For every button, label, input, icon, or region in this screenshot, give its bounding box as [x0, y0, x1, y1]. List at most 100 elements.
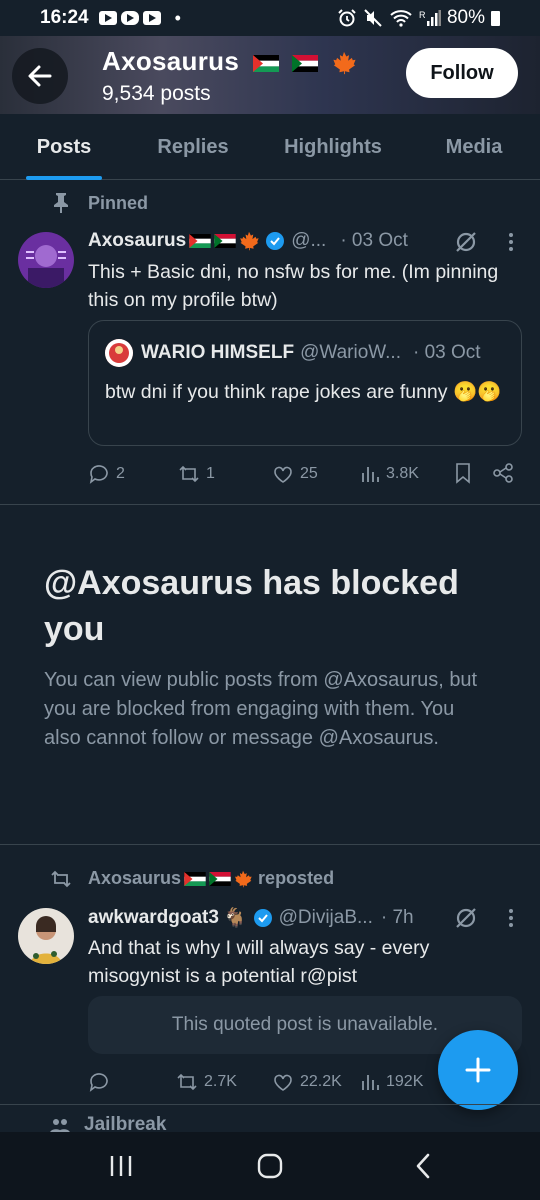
back-button[interactable]: [12, 48, 68, 104]
views-button[interactable]: 192K: [360, 1072, 423, 1092]
battery-text: 80%: [446, 7, 485, 28]
repost-icon: [179, 465, 199, 483]
repost-button[interactable]: 1: [178, 463, 215, 485]
tab-replies[interactable]: Replies: [128, 114, 258, 180]
repost-count: 2.7K: [204, 1073, 237, 1090]
post-date: · 7h: [380, 907, 414, 928]
tab-label: Posts: [36, 135, 92, 158]
post-author-handle: @...: [291, 230, 327, 251]
system-navigation-bar: [0, 1132, 540, 1200]
wifi-icon: [390, 10, 412, 27]
mute-icon: [364, 9, 382, 27]
gamepad-icon: [120, 11, 139, 25]
tab-label: Media: [445, 135, 503, 158]
pinned-indicator: Pinned: [52, 192, 148, 214]
views-button[interactable]: 3.8K: [360, 464, 419, 484]
blocked-description: You can view public posts from @Axosauru…: [44, 669, 478, 749]
post-author-name[interactable]: Axosaurus: [88, 230, 186, 252]
status-time: 16:24: [40, 7, 89, 28]
signal-icon: R: [419, 10, 441, 26]
bookmark-icon[interactable]: [454, 462, 472, 484]
reply-icon: [89, 465, 108, 484]
avatar[interactable]: [18, 232, 74, 288]
pin-icon: [54, 193, 68, 213]
repost-indicator: Axosaurus reposted: [50, 868, 334, 889]
post-author-name[interactable]: awkwardgoat3: [88, 907, 219, 929]
post-actions: 2 1 25 3.8K: [0, 460, 540, 488]
goat-emoji: 🐐: [222, 908, 247, 929]
verified-badge-icon: [266, 232, 285, 250]
reposter-name[interactable]: Axosaurus: [88, 868, 181, 889]
profile-tabs: Posts Replies Highlights Media: [0, 114, 540, 180]
profile-header: Axosaurus 9,534 posts Follow: [0, 36, 540, 114]
tab-highlights[interactable]: Highlights: [258, 114, 408, 180]
grok-icon[interactable]: [454, 230, 478, 254]
quote-date: · 03 Oct: [412, 342, 481, 363]
home-icon[interactable]: [256, 1152, 284, 1180]
maple-leaf-icon: [333, 52, 356, 75]
reply-button[interactable]: [88, 1071, 116, 1093]
avatar[interactable]: [18, 908, 74, 964]
back-arrow-icon: [28, 65, 52, 87]
tab-label: Replies: [157, 135, 229, 158]
alarm-icon: [338, 9, 356, 27]
sudan-flag-icon: [292, 54, 319, 72]
back-icon[interactable]: [414, 1152, 432, 1180]
divider: [0, 504, 540, 505]
like-button[interactable]: 25: [272, 463, 318, 485]
compose-button[interactable]: [438, 1030, 518, 1110]
profile-name-row: Axosaurus: [102, 46, 356, 77]
post-count: 9,534 posts: [102, 82, 211, 105]
like-button[interactable]: 22.2K: [272, 1071, 342, 1093]
heart-icon: [274, 1074, 292, 1091]
divider: [0, 844, 540, 845]
plus-icon: [465, 1057, 491, 1083]
views-icon: [362, 467, 379, 482]
blocked-title: @Axosaurus has blocked you: [44, 564, 459, 648]
post-author-handle: @DivijaB...: [278, 907, 373, 928]
quote-text: btw dni if you think rape jokes are funn…: [105, 381, 502, 403]
palestine-flag-icon: [189, 234, 211, 248]
quote-header: WARIO HIMSELF @WarioW... · 03 Oct: [105, 339, 481, 367]
repost-button[interactable]: 2.7K: [176, 1071, 237, 1093]
like-count: 22.2K: [300, 1073, 342, 1090]
avatar: [105, 339, 133, 367]
quote-author-handle: @WarioW...: [300, 342, 401, 363]
battery-icon: [491, 10, 500, 26]
avatar-image: [18, 908, 74, 964]
repost-icon: [177, 1073, 197, 1091]
more-options-icon[interactable]: [506, 908, 516, 928]
share-icon[interactable]: [492, 462, 514, 484]
pinned-label: Pinned: [88, 192, 149, 213]
heart-icon: [274, 466, 292, 483]
verified-badge-icon: [253, 909, 272, 927]
views-count: 3.8K: [386, 465, 419, 482]
tab-media[interactable]: Media: [408, 114, 540, 180]
repost-icon: [51, 870, 71, 887]
follow-button[interactable]: Follow: [406, 48, 518, 98]
repost-count: 1: [206, 465, 215, 482]
quoted-post[interactable]: WARIO HIMSELF @WarioW... · 03 Oct btw dn…: [88, 320, 522, 446]
recent-apps-icon[interactable]: [108, 1154, 134, 1178]
post-text: This + Basic dni, no nsfw bs for me. (Im…: [88, 261, 499, 311]
post-header: awkwardgoat3 🐐 @DivijaB... · 7h: [88, 906, 414, 930]
reply-count: 2: [116, 465, 125, 482]
more-options-icon[interactable]: [506, 232, 516, 252]
maple-leaf-icon: [235, 870, 252, 887]
tab-active-indicator: [26, 176, 102, 180]
like-count: 25: [300, 465, 318, 482]
reply-button[interactable]: 2: [88, 463, 125, 485]
palestine-flag-icon: [184, 871, 206, 886]
reply-icon: [89, 1073, 108, 1092]
post-date: · 03 Oct: [340, 230, 408, 251]
tab-posts[interactable]: Posts: [0, 114, 128, 180]
youtube-icon: [98, 11, 117, 25]
community-icon: [50, 1119, 70, 1133]
palestine-flag-icon: [252, 54, 279, 72]
views-count: 192K: [386, 1073, 424, 1090]
post-text: And that is why I will always say - ever…: [88, 937, 430, 987]
tab-label: Highlights: [284, 135, 382, 158]
signal-label: R: [419, 10, 426, 20]
status-bar: 16:24 • R 80%: [0, 0, 540, 36]
grok-icon[interactable]: [454, 906, 478, 930]
